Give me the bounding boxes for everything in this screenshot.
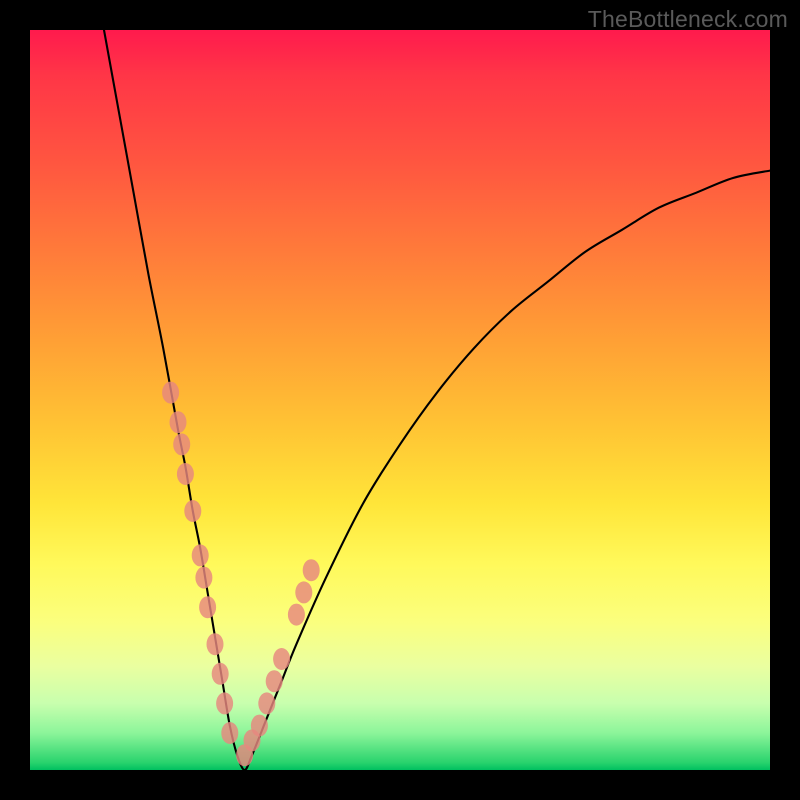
- data-marker: [273, 648, 290, 670]
- data-marker: [184, 500, 201, 522]
- data-marker: [288, 604, 305, 626]
- data-marker: [192, 544, 209, 566]
- marker-cluster-right: [236, 559, 320, 766]
- data-marker: [266, 670, 283, 692]
- data-marker: [216, 692, 233, 714]
- data-marker: [177, 463, 194, 485]
- bottleneck-curve: [104, 30, 770, 770]
- data-marker: [195, 567, 212, 589]
- data-marker: [295, 581, 312, 603]
- chart-svg: [30, 30, 770, 770]
- data-marker: [199, 596, 216, 618]
- data-marker: [303, 559, 320, 581]
- data-marker: [251, 715, 268, 737]
- chart-frame: TheBottleneck.com: [0, 0, 800, 800]
- marker-cluster-left: [162, 382, 238, 744]
- plot-area: [30, 30, 770, 770]
- data-marker: [212, 663, 229, 685]
- data-marker: [207, 633, 224, 655]
- data-marker: [162, 382, 179, 404]
- data-marker: [258, 692, 275, 714]
- data-marker: [170, 411, 187, 433]
- data-marker: [173, 433, 190, 455]
- watermark-text: TheBottleneck.com: [588, 6, 788, 33]
- data-marker: [221, 722, 238, 744]
